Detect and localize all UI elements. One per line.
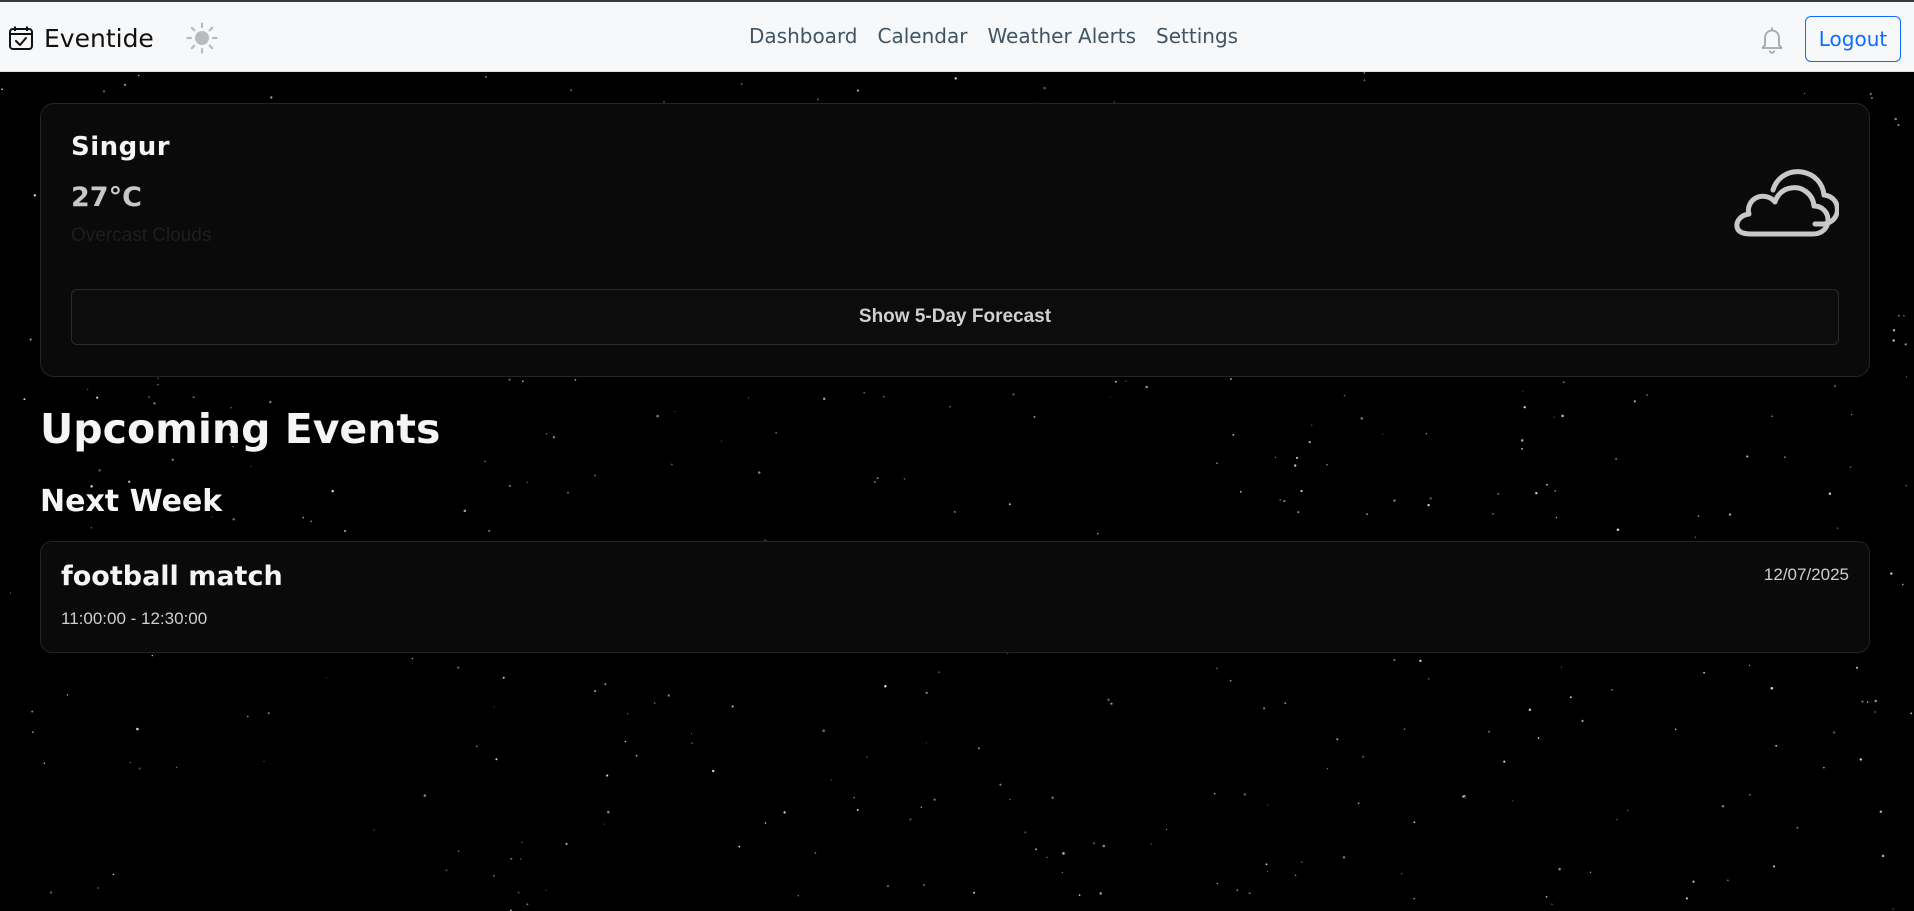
weather-condition: Overcast Clouds — [71, 225, 212, 246]
notifications-button[interactable] — [1758, 24, 1786, 56]
event-card[interactable]: football match 11:00:00 - 12:30:00 12/07… — [40, 541, 1870, 653]
show-forecast-button[interactable]: Show 5-Day Forecast — [71, 289, 1839, 345]
calendar-check-icon — [8, 25, 34, 51]
bell-icon — [1760, 26, 1784, 54]
weather-temperature: 27°C — [71, 182, 142, 213]
brand-link[interactable]: Eventide — [8, 22, 154, 54]
nav-link-calendar[interactable]: Calendar — [878, 24, 968, 48]
weather-card: Singur 27°C Overcast Clouds Show 5-Day F… — [40, 103, 1870, 377]
nav-link-dashboard[interactable]: Dashboard — [749, 24, 858, 48]
weather-city: Singur — [71, 132, 171, 162]
main-nav-links: Dashboard Calendar Weather Alerts Settin… — [749, 24, 1238, 48]
event-group-heading: Next Week — [40, 484, 223, 519]
cloud-icon — [1729, 162, 1840, 242]
event-title: football match — [61, 561, 283, 592]
nav-link-weather-alerts[interactable]: Weather Alerts — [987, 24, 1136, 48]
nav-link-settings[interactable]: Settings — [1156, 24, 1238, 48]
theme-toggle-button[interactable] — [184, 20, 220, 56]
event-time-range: 11:00:00 - 12:30:00 — [61, 609, 208, 628]
sun-icon — [186, 22, 218, 54]
event-date: 12/07/2025 — [1763, 565, 1849, 584]
brand-name: Eventide — [44, 23, 154, 53]
upcoming-events-heading: Upcoming Events — [40, 405, 441, 453]
logout-button[interactable]: Logout — [1805, 16, 1901, 62]
top-navbar: Eventide Dashboard Calendar Weather Aler… — [0, 0, 1914, 72]
